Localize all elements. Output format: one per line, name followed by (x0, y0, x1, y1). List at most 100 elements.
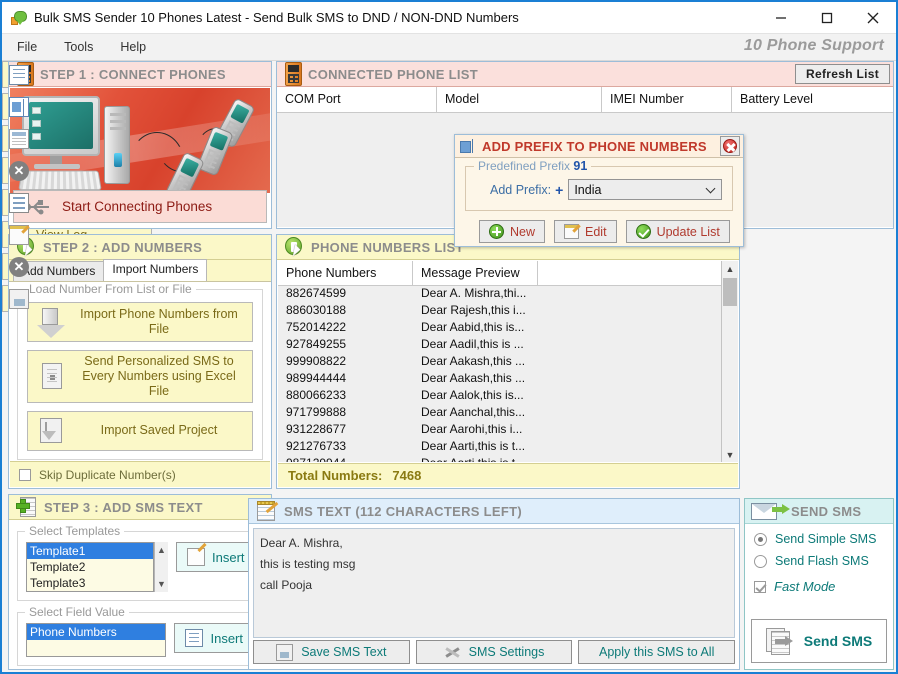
fast-mode-checkbox[interactable] (754, 580, 766, 593)
scrollbar-thumb[interactable] (723, 278, 737, 306)
minimize-icon[interactable] (758, 2, 804, 33)
templates-listbox[interactable]: Template1 Template2 Template3 (26, 542, 154, 592)
column-model[interactable]: Model (437, 87, 602, 112)
fast-mode-row[interactable]: Fast Mode (745, 568, 893, 594)
field-list-icon (9, 64, 29, 85)
column-imei-number[interactable]: IMEI Number (602, 87, 732, 112)
skip-duplicates-row[interactable]: Skip Duplicate Number(s) (10, 461, 270, 487)
maximize-icon[interactable] (804, 2, 850, 33)
table-row[interactable]: 880066233 Dear Aalok,this is... (278, 388, 721, 405)
step3-add-sms-text-panel: STEP 3 : ADD SMS TEXT Select Templates T… (8, 494, 272, 670)
cell-message-preview: Dear Rajesh,this i... (421, 303, 526, 317)
note-pencil-icon (256, 500, 279, 522)
add-prefix-dialog-header: ADD PREFIX TO PHONE NUMBERS (455, 135, 743, 158)
table-row[interactable]: 987129944Dear Aarti,this is t... (278, 456, 721, 462)
remove-duplicates-x-icon: ✕ (9, 256, 29, 277)
add-prefix-dialog-title: ADD PREFIX TO PHONE NUMBERS (482, 138, 707, 154)
column-phone-numbers[interactable]: Phone Numbers (278, 261, 413, 285)
refresh-list-button[interactable]: Refresh List (795, 64, 890, 84)
start-connecting-phones-label: Start Connecting Phones (62, 199, 213, 214)
sms-text-line-2: this is testing msg (260, 557, 356, 571)
apply-sms-to-all-button[interactable]: Apply this SMS to All (578, 640, 736, 664)
templates-scroll-up-icon[interactable]: ▲ (155, 542, 168, 558)
menu-item-tools[interactable]: Tools (52, 37, 105, 57)
add-document-icon (16, 496, 38, 518)
cell-phone-number: 971799888 (286, 405, 347, 419)
column-com-port[interactable]: COM Port (277, 87, 437, 112)
scroll-down-icon[interactable]: ▼ (722, 447, 738, 462)
green-check-icon (635, 224, 651, 239)
insert-template-label: Insert (212, 549, 245, 565)
total-numbers-bar: Total Numbers: 7468 (278, 463, 738, 487)
send-simple-sms-option[interactable]: Send Simple SMS (745, 524, 893, 546)
phone-numbers-grid: Phone Numbers Message Preview 882674599 D… (278, 261, 738, 462)
send-flash-sms-radio[interactable] (754, 554, 767, 568)
send-personalized-sms-excel-button[interactable]: Send Personalized SMS to Every Numbers u… (27, 350, 253, 403)
tab-import-numbers[interactable]: Import Numbers (103, 259, 208, 281)
table-row[interactable]: 927849255 Dear Aadil,this is ... (278, 337, 721, 354)
skip-duplicates-checkbox[interactable] (19, 468, 31, 481)
send-flash-sms-option[interactable]: Send Flash SMS (745, 546, 893, 568)
column-message-preview[interactable]: Message Preview (413, 261, 538, 285)
update-list-button[interactable]: Update List (625, 220, 730, 243)
insert-field-value-button[interactable]: Insert (174, 623, 254, 653)
save-sms-text-button[interactable]: Save SMS Text (253, 640, 410, 664)
table-row[interactable]: 999908822 Dear Aakash,this ... (278, 354, 721, 371)
template-option-3[interactable]: Template3 (27, 575, 153, 591)
cell-phone-number: 886030188 (286, 303, 347, 317)
fieldvalue-listbox[interactable]: Phone Numbers (26, 623, 167, 657)
import-saved-project-button[interactable]: Import Saved Project (27, 411, 253, 451)
connected-phone-list-header: CONNECTED PHONE LIST Refresh List (277, 62, 893, 87)
save-icon (276, 643, 294, 661)
connected-phone-grid-header: COM Port Model IMEI Number Battery Level (277, 87, 893, 113)
template-option-1[interactable]: Template1 (27, 543, 153, 559)
cell-phone-number: 989944444 (286, 371, 347, 385)
cell-message-preview: Dear Aakash,this ... (421, 371, 526, 385)
edit-prefix-button[interactable]: Edit (554, 220, 617, 243)
tools-icon (444, 644, 461, 661)
step3-header-label: STEP 3 : ADD SMS TEXT (44, 499, 203, 515)
close-circle-icon[interactable] (720, 136, 740, 156)
send-sms-header-label: SEND SMS (791, 503, 862, 519)
menu-item-help[interactable]: Help (108, 37, 158, 57)
phone-numbers-scrollbar[interactable]: ▲ ▼ (721, 261, 738, 462)
scroll-up-icon[interactable]: ▲ (722, 261, 738, 276)
send-sms-button[interactable]: Send SMS (751, 619, 887, 663)
phone-numbers-list-panel: PHONE NUMBERS LIST Phone Numbers Message… (276, 234, 740, 489)
mobile-phone-icon (285, 62, 302, 86)
table-row[interactable]: 886030188 Dear Rajesh,this i... (278, 303, 721, 320)
insert-field-value-label: Insert (210, 630, 243, 646)
column-extra[interactable] (538, 261, 721, 285)
templates-scroll-down-icon[interactable]: ▼ (155, 576, 168, 592)
table-row[interactable]: 921276733 Dear Aarti,this is t... (278, 439, 721, 456)
chevron-down-icon[interactable] (705, 183, 716, 194)
sms-text-line-1: Dear A. Mishra, (260, 536, 343, 550)
table-row[interactable]: 971799888 Dear Aanchal,this... (278, 405, 721, 422)
send-pages-icon (765, 626, 796, 656)
country-prefix-select[interactable]: India (568, 179, 722, 200)
import-phone-numbers-from-file-button[interactable]: Import Phone Numbers from File (27, 302, 253, 342)
add-prefix-dialog-buttons: New Edit Update List (455, 211, 743, 243)
menu-item-file[interactable]: File (5, 37, 49, 57)
table-row[interactable]: 752014222 Dear Aabid,this is... (278, 320, 721, 337)
sms-text-input[interactable]: Dear A. Mishra, this is testing msg call… (253, 528, 735, 638)
new-prefix-button[interactable]: New (479, 220, 546, 243)
edit-prefix-label: Edit (585, 224, 607, 239)
field-list-icon (185, 629, 204, 647)
template-option-2[interactable]: Template2 (27, 559, 153, 575)
fieldvalue-option-phone-numbers[interactable]: Phone Numbers (27, 624, 166, 640)
insert-template-button[interactable]: Insert (176, 542, 256, 572)
sms-settings-button[interactable]: SMS Settings (415, 640, 573, 664)
start-connecting-phones-button[interactable]: Start Connecting Phones (13, 190, 267, 223)
send-simple-sms-radio[interactable] (754, 532, 767, 546)
templates-scrollbar[interactable]: ▲ ▼ (154, 542, 168, 592)
green-phone-icon (285, 236, 305, 258)
table-row[interactable]: 989944444 Dear Aakash,this ... (278, 371, 721, 388)
step1-header: STEP 1 : CONNECT PHONES (9, 62, 271, 87)
column-battery-level[interactable]: Battery Level (732, 87, 893, 112)
remove-selected-icon (9, 128, 29, 149)
close-icon[interactable] (850, 2, 896, 33)
table-row[interactable]: 931228677 Dear Aarohi,this i... (278, 422, 721, 439)
table-row[interactable]: 882674599 Dear A. Mishra,thi... (278, 286, 721, 303)
phone-numbers-grid-header: Phone Numbers Message Preview (278, 261, 721, 286)
